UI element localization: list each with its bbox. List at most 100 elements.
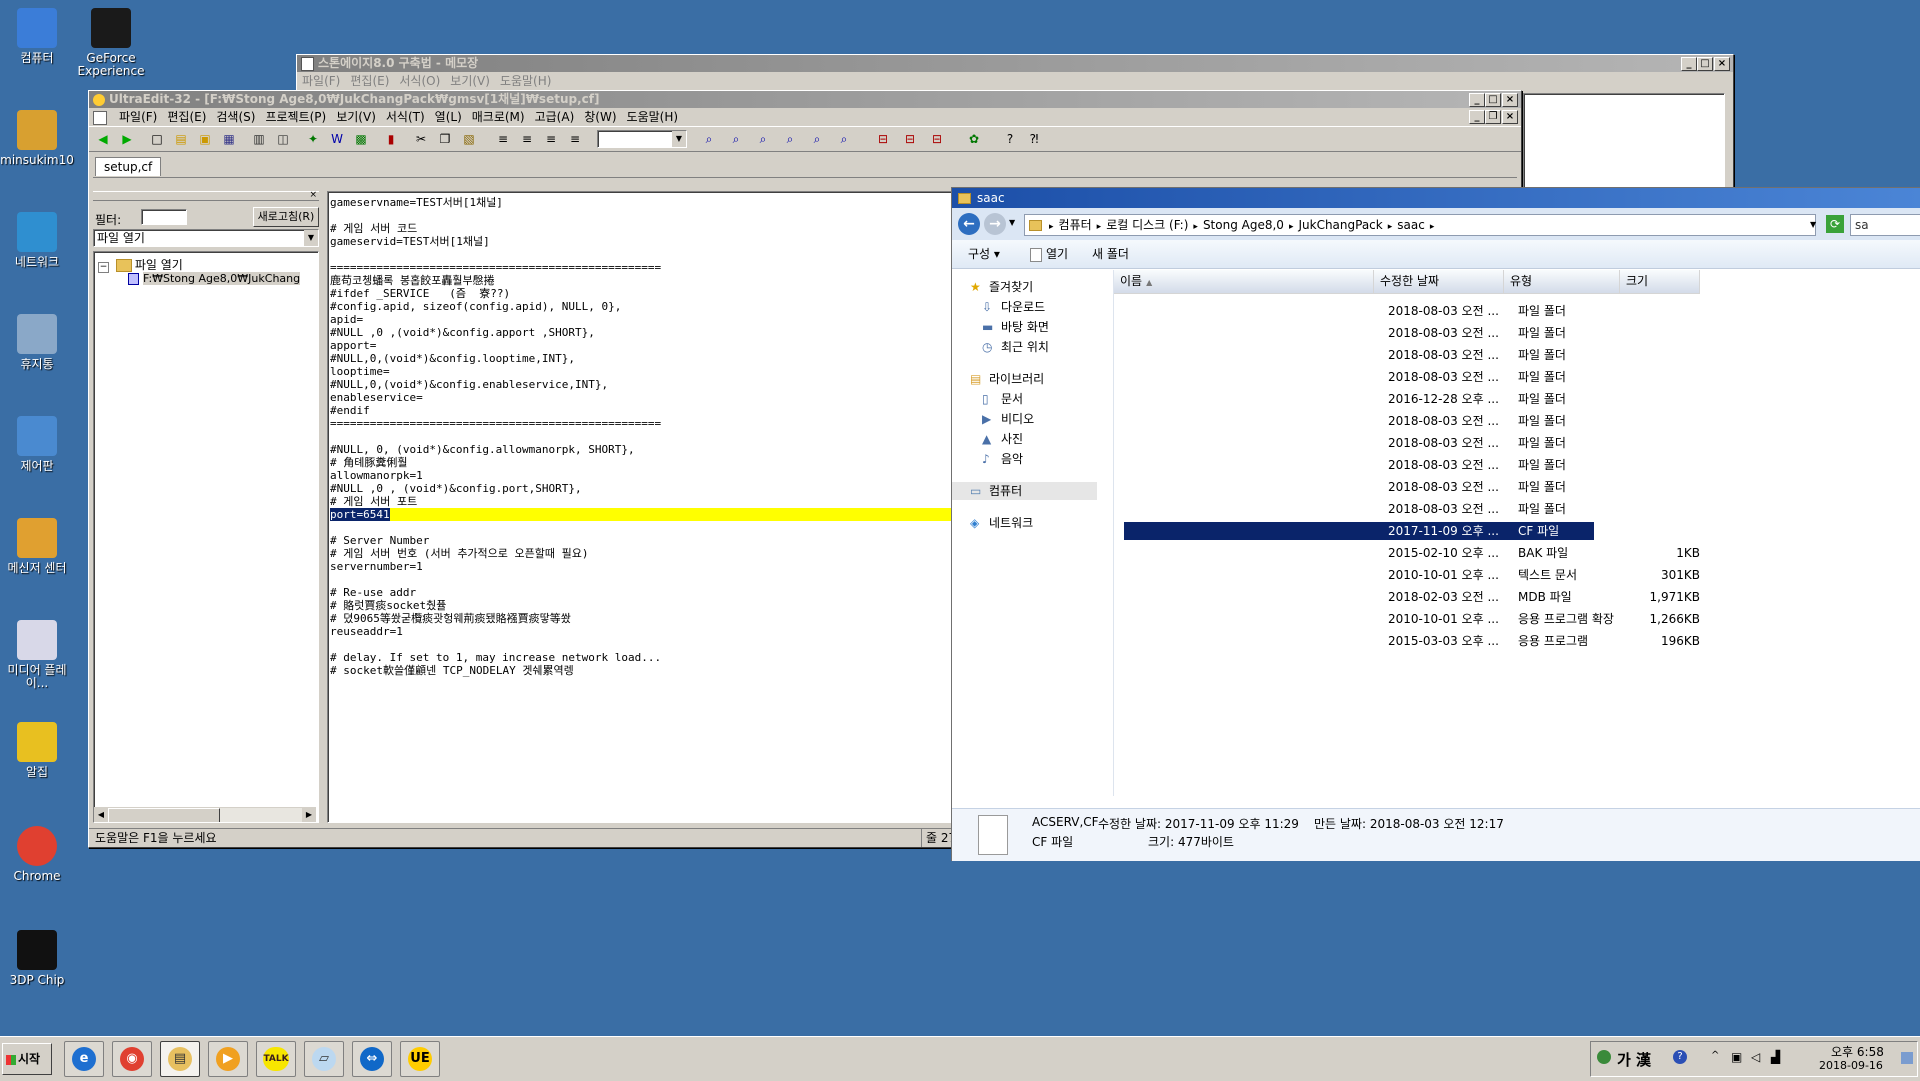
desktop-icon[interactable]: 미디어 플레이... — [0, 620, 74, 690]
paste-icon[interactable]: ▧ — [461, 131, 477, 147]
desktop-icon[interactable]: 컴퓨터 — [0, 8, 74, 65]
forward-icon[interactable]: ▶ — [119, 131, 135, 147]
menu-item[interactable]: 도움말(H) — [622, 110, 684, 124]
tab-setup-cf[interactable]: setup,cf — [95, 157, 162, 176]
notepad-menu-item[interactable]: 보기(V) — [445, 74, 495, 88]
find-in-files-icon[interactable]: ⌕ — [809, 131, 825, 147]
explorer-window[interactable]: saac ← → ▼ ▸ 컴퓨터 ▸ 로컬 디스크 (F:) ▸ Stong Age8,0… — [951, 187, 1920, 861]
file-row[interactable]: SAAC2015-03-03 오후 ...응용 프로그램196KB — [1124, 632, 1700, 650]
doc-close-button[interactable]: × — [1502, 110, 1518, 124]
nav-item[interactable]: ◈ 네트워크 — [952, 514, 1096, 532]
taskbar-app-explorer[interactable]: ▤ — [160, 1041, 200, 1077]
maximize-button[interactable]: □ — [1485, 93, 1501, 107]
filter-input[interactable] — [141, 209, 187, 225]
ftp-icon[interactable]: ✿ — [966, 131, 982, 147]
minimize-button[interactable]: _ — [1681, 57, 1697, 71]
menu-item[interactable]: 검색(S) — [211, 110, 260, 124]
print-preview-icon[interactable]: ◫ — [275, 131, 291, 147]
minimize-button[interactable]: _ — [1469, 93, 1485, 107]
refresh-icon[interactable]: ⟳ — [1826, 215, 1844, 233]
nav-dropdown-icon[interactable]: ▼ — [1009, 218, 1015, 227]
help-icon[interactable]: ? — [1673, 1050, 1687, 1064]
replace-icon[interactable]: ⌕ — [782, 131, 798, 147]
ultraedit-titlebar[interactable]: UltraEdit-32 - [F:₩Stong Age8,0₩JukChang… — [89, 91, 1521, 108]
menu-item[interactable]: 파일(F) — [114, 110, 162, 124]
cut-icon[interactable]: ✂ — [413, 131, 429, 147]
forward-button[interactable]: → — [984, 213, 1006, 235]
context-help-icon[interactable]: ⁈ — [1026, 131, 1042, 147]
start-button[interactable]: 시작 — [2, 1043, 52, 1075]
refresh-button[interactable]: 새로고침(R) — [253, 207, 319, 227]
nav-item[interactable]: ★ 즐겨찾기 — [952, 278, 1096, 296]
chevron-down-icon[interactable]: ▼ — [672, 131, 686, 147]
file-row[interactable]: CYGWIN1,DLL2010-10-01 오후 ...응용 프로그램 확장1,… — [1124, 610, 1700, 628]
nav-item[interactable]: ♪ 음악 — [952, 450, 1108, 468]
menu-item[interactable]: 프로젝트(P) — [260, 110, 331, 124]
notepad-titlebar[interactable]: 스톤에이지8.0 구축법 - 메모장 _ □ × — [297, 55, 1733, 72]
close-button[interactable]: × — [1502, 93, 1518, 107]
desktop-icon[interactable]: 메신저 센터 — [0, 518, 74, 575]
desktop-icon[interactable]: GeForce Experience — [74, 8, 148, 78]
desktop-icon[interactable]: 휴지통 — [0, 314, 74, 371]
back-button[interactable]: ← — [958, 213, 980, 235]
file-row[interactable]: db2018-08-03 오전 ...파일 폴더 — [1124, 368, 1594, 386]
column-header[interactable]: 수정한 날짜 — [1374, 270, 1504, 294]
word-wrap-icon[interactable]: W — [329, 131, 345, 147]
show-desktop-icon[interactable] — [1901, 1052, 1913, 1064]
nav-item[interactable]: ▭ 컴퓨터 — [952, 482, 1097, 500]
clock-time[interactable]: 오후 6:58 — [1831, 1043, 1884, 1060]
column-header[interactable]: 이름 ▲ — [1114, 270, 1374, 294]
breadcrumb-separator-icon[interactable]: ▸ — [1044, 222, 1059, 232]
file-row[interactable]: char2018-08-03 오전 ...파일 폴더 — [1124, 302, 1594, 320]
menu-item[interactable]: 보기(V) — [331, 110, 381, 124]
tree-root[interactable]: − 파일 열기 — [98, 256, 183, 273]
replace-in-files-icon[interactable]: ⌕ — [836, 131, 852, 147]
breadcrumb-item[interactable]: saac — [1397, 218, 1425, 232]
file-row[interactable]: csadb,mdb2018-02-03 오전 ...MDB 파일1,971KB — [1124, 588, 1700, 606]
organize-button[interactable]: 구성 ▾ — [968, 240, 1000, 268]
nav-item[interactable]: ▤ 라이브러리 — [952, 370, 1096, 388]
notepad-menu-item[interactable]: 편집(E) — [345, 74, 394, 88]
taskbar-app-ultraedit[interactable]: UE — [400, 1041, 440, 1077]
notepad-menu-item[interactable]: 도움말(H) — [495, 74, 557, 88]
panel-close-button[interactable]: × — [309, 191, 317, 200]
column-header[interactable]: 크기 — [1620, 270, 1700, 294]
scroll-thumb[interactable] — [108, 808, 220, 822]
find-next-icon[interactable]: ⌕ — [728, 131, 744, 147]
file-row[interactable]: ACSERV,CF,bak2015-02-10 오후 ...BAK 파일1KB — [1124, 544, 1700, 562]
menu-item[interactable]: 매크로(M) — [467, 110, 530, 124]
column-mode-icon[interactable]: ▮ — [383, 131, 399, 147]
menu-item[interactable]: 창(W) — [579, 110, 621, 124]
desktop-icon[interactable]: 제어판 — [0, 416, 74, 473]
chevron-down-icon[interactable]: ▼ — [304, 230, 318, 246]
menu-item[interactable]: 서식(T) — [381, 110, 430, 124]
tree-hscrollbar[interactable]: ◀ ▶ — [94, 807, 316, 822]
split-horizontal-icon[interactable]: ⊟ — [875, 131, 891, 147]
menu-item[interactable]: 편집(E) — [162, 110, 211, 124]
open-files-dropdown[interactable]: 파일 열기 ▼ — [93, 229, 319, 247]
taskbar-app-chrome[interactable]: ◉ — [112, 1041, 152, 1077]
taskbar-app-teamviewer[interactable]: ⇔ — [352, 1041, 392, 1077]
taskbar-app-notepad[interactable]: ▱ — [304, 1041, 344, 1077]
breadcrumb-separator-icon[interactable]: ▸ — [1425, 222, 1440, 232]
taskbar-app-ie[interactable]: e — [64, 1041, 104, 1077]
collapse-icon[interactable]: − — [98, 262, 109, 273]
search-input[interactable]: sa — [1850, 214, 1920, 236]
tree-child[interactable]: F:₩Stong Age8,0₩JukChang — [128, 272, 301, 285]
file-row[interactable]: pklist2018-08-03 오전 ...파일 폴더 — [1124, 456, 1594, 474]
doc-minimize-button[interactable]: _ — [1469, 110, 1485, 124]
maximize-button[interactable]: □ — [1697, 57, 1713, 71]
desktop-icon[interactable]: 알집 — [0, 722, 74, 779]
nav-item[interactable]: ⇩ 다운로드 — [952, 298, 1108, 316]
find-icon[interactable]: ⌕ — [701, 131, 717, 147]
notepad-menu-item[interactable]: 서식(O) — [394, 74, 445, 88]
nav-item[interactable]: ◷ 최근 위치 — [952, 338, 1108, 356]
tray-expand-icon[interactable]: ^ — [1711, 1050, 1719, 1061]
file-row[interactable]: 계정 관리 프로그램2018-08-03 오전 ...파일 폴더 — [1124, 500, 1594, 518]
close-button[interactable]: × — [1714, 57, 1730, 71]
column-header[interactable]: 유형 — [1504, 270, 1620, 294]
cascade-icon[interactable]: ⊟ — [929, 131, 945, 147]
align-right-icon[interactable]: ≡ — [543, 131, 559, 147]
save-icon[interactable]: ▦ — [221, 131, 237, 147]
notepad-text-area[interactable] — [1523, 93, 1725, 193]
